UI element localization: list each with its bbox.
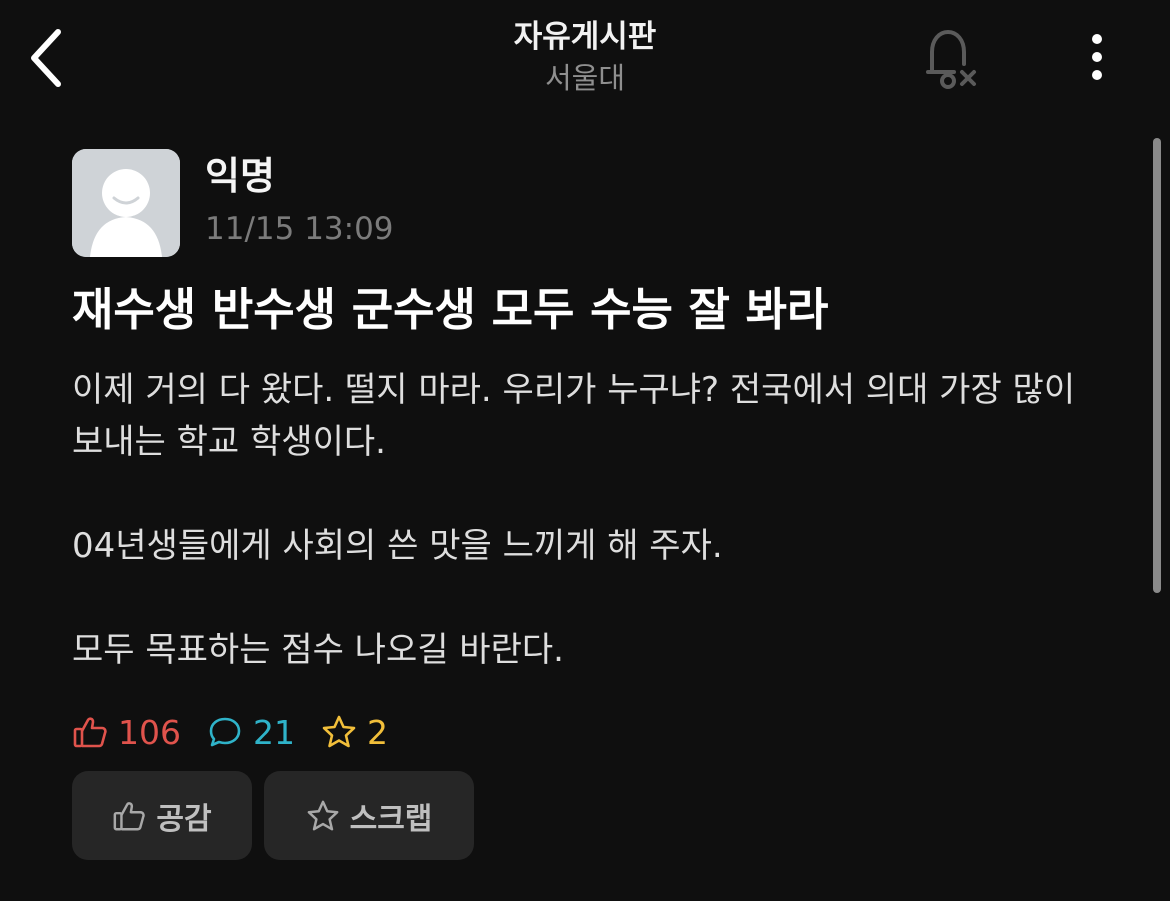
bell-off-icon xyxy=(926,29,976,89)
notification-off-button[interactable] xyxy=(914,24,984,94)
post-paragraph: 이제 거의 다 왔다. 떨지 마라. 우리가 누구냐? 전국에서 의대 가장 많… xyxy=(72,370,1076,462)
more-vertical-icon xyxy=(1092,34,1102,80)
scrap-count-value: 2 xyxy=(367,712,388,752)
avatar xyxy=(72,149,180,257)
like-count-value: 106 xyxy=(118,712,181,752)
author-name: 익명 xyxy=(205,154,275,198)
scrap-count: 2 xyxy=(321,713,388,752)
scrollbar[interactable] xyxy=(1153,138,1161,593)
scrap-button-label: 스크랩 xyxy=(349,801,433,837)
more-options-button[interactable] xyxy=(1072,24,1122,94)
board-subtitle: 서울대 xyxy=(544,61,626,95)
thumbs-up-icon xyxy=(113,801,146,830)
like-button-label: 공감 xyxy=(156,801,212,837)
post-stats: 106 21 2 xyxy=(72,708,414,756)
post-title: 재수생 반수생 군수생 모두 수능 잘 봐라 xyxy=(72,283,829,336)
comment-count: 21 xyxy=(207,713,295,752)
comment-count-value: 21 xyxy=(253,712,295,752)
header-titles: 자유게시판 서울대 xyxy=(385,16,785,98)
star-icon xyxy=(307,800,338,830)
chevron-left-icon xyxy=(31,29,61,87)
post-body: 이제 거의 다 왔다. 떨지 마라. 우리가 누구냐? 전국에서 의대 가장 많… xyxy=(72,364,1112,676)
app-header: 자유게시판 서울대 xyxy=(0,0,1170,120)
thumbs-up-icon xyxy=(73,717,107,748)
scrap-button[interactable]: 스크랩 xyxy=(264,771,474,860)
back-button[interactable] xyxy=(14,18,78,98)
star-icon xyxy=(322,715,356,748)
like-button[interactable]: 공감 xyxy=(72,771,252,860)
like-count: 106 xyxy=(72,713,181,752)
post-paragraph: 04년생들에게 사회의 쓴 맛을 느끼게 해 주자. xyxy=(72,526,723,566)
anonymous-avatar-icon xyxy=(72,149,180,257)
post-timestamp: 11/15 13:09 xyxy=(205,211,394,247)
board-title: 자유게시판 xyxy=(513,19,657,55)
post-paragraph: 모두 목표하는 점수 나오길 바란다. xyxy=(72,630,564,670)
comment-icon xyxy=(209,717,241,747)
